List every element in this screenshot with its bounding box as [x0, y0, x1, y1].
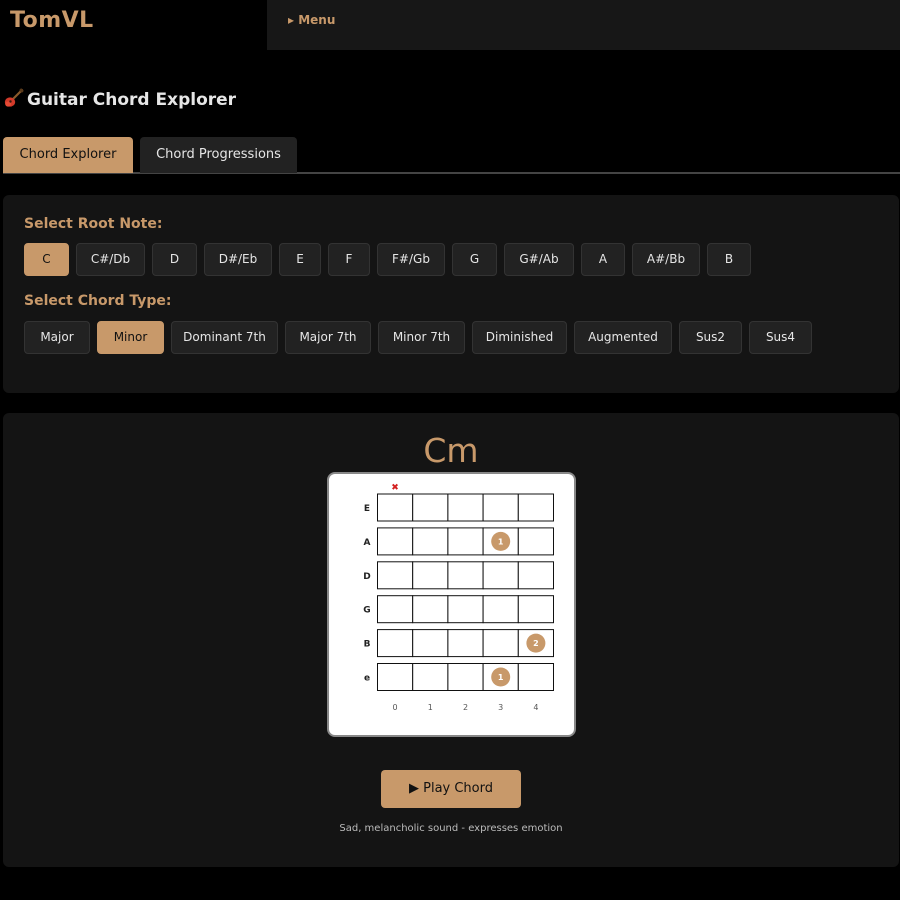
- root-note-button-c[interactable]: C: [24, 243, 69, 276]
- fret-cell: [517, 663, 555, 691]
- page-title-text: Guitar Chord Explorer: [27, 90, 237, 110]
- chord-type-button-augmented[interactable]: Augmented: [574, 321, 672, 354]
- fret-cell: [447, 527, 484, 556]
- chord-type-button-major-7th[interactable]: Major 7th: [285, 321, 371, 354]
- root-note-button-b[interactable]: B: [707, 243, 751, 276]
- root-note-button-e[interactable]: E: [279, 243, 321, 276]
- tab-chord-progressions[interactable]: Chord Progressions: [140, 137, 297, 173]
- chord-type-options: Major Minor Dominant 7th Major 7th Minor 7th…: [24, 321, 819, 354]
- fret-cell: [412, 561, 449, 590]
- fret-cell: [482, 561, 519, 590]
- string-label: D: [363, 572, 370, 582]
- root-note-button-f-sharp-gb[interactable]: F#/Gb: [377, 243, 445, 276]
- string-label: E: [364, 504, 370, 514]
- chord-description: Sad, melancholic sound - expresses emoti…: [339, 823, 563, 834]
- tab-bar: Chord Explorer Chord Progressions: [3, 137, 900, 174]
- fret-cell: [517, 493, 555, 522]
- fret-cell: [377, 561, 414, 590]
- chord-type-label: Select Chord Type:: [24, 293, 172, 309]
- chord-type-button-sus4[interactable]: Sus4: [749, 321, 812, 354]
- finger-number: 1: [498, 537, 504, 546]
- menu-bar: ▸ Menu: [267, 0, 900, 50]
- fret-cell: [482, 493, 519, 522]
- fret-number: 0: [393, 703, 398, 712]
- fret-cell: [412, 527, 449, 556]
- chord-type-button-diminished[interactable]: Diminished: [472, 321, 567, 354]
- fret-cell: [447, 595, 484, 624]
- root-note-button-f[interactable]: F: [328, 243, 370, 276]
- fret-number: 2: [463, 703, 468, 712]
- root-note-button-g-sharp-ab[interactable]: G#/Ab: [504, 243, 574, 276]
- fret-cell: [447, 629, 484, 658]
- fret-cell: [517, 527, 555, 556]
- root-note-button-d[interactable]: D: [152, 243, 197, 276]
- finger-number: 2: [533, 639, 539, 648]
- chord-type-button-major[interactable]: Major: [24, 321, 90, 354]
- muted-string-icon: ✖: [391, 483, 399, 493]
- menu-toggle[interactable]: ▸ Menu: [288, 13, 335, 27]
- fret-cell: [447, 493, 484, 522]
- fret-cell: [377, 493, 414, 522]
- string-label: e: [364, 674, 370, 684]
- fret-cell: [377, 663, 414, 691]
- fret-number: 1: [428, 703, 433, 712]
- fret-cell: [482, 629, 519, 658]
- string-label: G: [363, 606, 370, 616]
- chord-diagram: E A D G Be 0 1 2 3 4 ✖ 1 2 1: [327, 472, 576, 737]
- root-note-button-g[interactable]: G: [452, 243, 497, 276]
- fret-cell: [377, 527, 414, 556]
- chord-selection-panel: Select Root Note: C C#/Db D D#/Eb E F F#/Gb G G#…: [3, 195, 899, 393]
- finger-number: 1: [498, 673, 504, 682]
- play-chord-button[interactable]: ▶ Play Chord: [381, 770, 521, 808]
- chord-name: Cm: [423, 431, 479, 470]
- fret-cell: [447, 663, 484, 691]
- fret-cell: [482, 595, 519, 624]
- chord-type-button-dominant-7th[interactable]: Dominant 7th: [171, 321, 278, 354]
- fret-cell: [412, 493, 449, 522]
- fret-cell: [377, 629, 414, 658]
- chord-type-button-minor-7th[interactable]: Minor 7th: [378, 321, 465, 354]
- fret-cell: [412, 663, 449, 691]
- chord-type-button-sus2[interactable]: Sus2: [679, 321, 742, 354]
- fret-number: 3: [498, 703, 503, 712]
- string-label: B: [364, 640, 371, 650]
- root-note-button-a-sharp-bb[interactable]: A#/Bb: [632, 243, 700, 276]
- page-title: Guitar Chord Explorer: [4, 88, 236, 110]
- fret-cell: [447, 561, 484, 590]
- guitar-icon: [4, 88, 24, 108]
- fret-cell: [517, 561, 555, 590]
- tab-chord-explorer[interactable]: Chord Explorer: [3, 137, 133, 173]
- string-label: A: [364, 538, 371, 548]
- top-bar: TomVL ▸ Menu: [0, 0, 900, 50]
- root-note-button-d-sharp-eb[interactable]: D#/Eb: [204, 243, 272, 276]
- root-note-button-c-sharp-db[interactable]: C#/Db: [76, 243, 145, 276]
- fret-cell: [412, 595, 449, 624]
- fret-cell: [412, 629, 449, 658]
- root-note-button-a[interactable]: A: [581, 243, 625, 276]
- brand-logo[interactable]: TomVL: [10, 8, 94, 33]
- chord-display-panel: Cm E A D G Be 0 1 2 3 4 ✖ 1 2 1 ▶ Play Chord Sad, mel…: [3, 413, 899, 867]
- root-note-label: Select Root Note:: [24, 216, 163, 232]
- chord-type-button-minor[interactable]: Minor: [97, 321, 164, 354]
- root-note-options: C C#/Db D D#/Eb E F F#/Gb G G#/Ab A A#/Bb B: [24, 243, 758, 276]
- fretboard: E A D G Be 0 1 2 3 4 ✖ 1 2 1: [363, 483, 555, 712]
- fret-number: 4: [533, 703, 538, 712]
- fret-cell: [377, 595, 414, 624]
- fret-cell: [517, 595, 555, 624]
